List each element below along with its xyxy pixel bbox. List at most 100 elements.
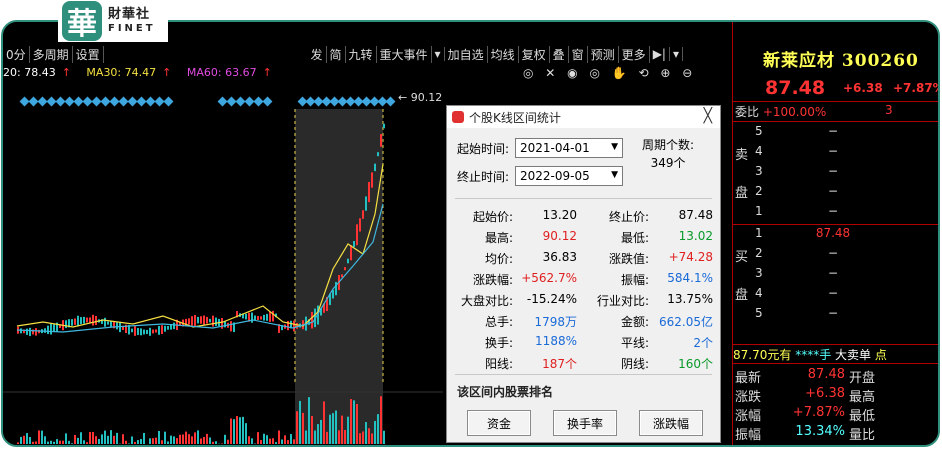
period-count-label: 周期个数: bbox=[642, 138, 695, 152]
candle bbox=[53, 324, 55, 332]
quote-key: 最高 bbox=[849, 390, 876, 405]
volume-bar bbox=[173, 436, 175, 444]
sell-side-label-2: 盘 bbox=[735, 186, 749, 201]
candle bbox=[311, 311, 313, 329]
volume-bar bbox=[269, 438, 271, 444]
volume-bar bbox=[131, 436, 133, 444]
stat-value: 1798万 bbox=[534, 315, 577, 329]
divider bbox=[733, 101, 938, 102]
sell-level-row[interactable]: 5− bbox=[755, 124, 915, 144]
chart-tool-icons[interactable]: ◎ ✕ ◉ ◎ ✋ ⟲ ⊕ ⊖ bbox=[523, 66, 696, 80]
candle bbox=[254, 315, 256, 321]
volume-bar bbox=[44, 436, 46, 444]
start-time-select[interactable]: 2021-04-01 ▼ bbox=[515, 138, 623, 158]
chevron-down-icon[interactable]: ▾ bbox=[670, 47, 683, 61]
volume-bar bbox=[32, 441, 34, 444]
rank-by-turnover-button[interactable]: 换手率 bbox=[553, 410, 617, 436]
quote-panel: 新莱应材 300260 87.48 +6.38 +7.87% 委比 +100.0… bbox=[732, 22, 938, 445]
stat-value: 87.48 bbox=[678, 208, 713, 222]
candle bbox=[269, 311, 271, 322]
candle bbox=[155, 329, 157, 333]
candle bbox=[173, 322, 175, 330]
volume-bar bbox=[86, 442, 88, 444]
candle bbox=[29, 327, 31, 337]
candle bbox=[245, 313, 247, 320]
buy-level-row[interactable]: 5− bbox=[755, 306, 915, 326]
stat-label: 金额: bbox=[620, 315, 649, 329]
volume-bar bbox=[182, 434, 184, 444]
volume-bar bbox=[239, 417, 241, 444]
volume-bar bbox=[152, 438, 154, 444]
chevron-down-icon: ▼ bbox=[611, 142, 618, 152]
volume-bar bbox=[41, 430, 43, 444]
close-icon[interactable]: ╳ bbox=[704, 108, 712, 124]
toolbar-item[interactable]: 复权 bbox=[519, 45, 550, 63]
stat-value: 36.83 bbox=[542, 250, 577, 264]
sell-level-row[interactable]: 3− bbox=[755, 164, 915, 184]
volume-bar bbox=[344, 430, 346, 444]
toolbar-item[interactable]: 窗 bbox=[569, 45, 588, 63]
play-icon[interactable]: ▶| bbox=[650, 47, 670, 61]
stat-value: 662.05亿 bbox=[659, 315, 713, 329]
toolbar-item[interactable]: 预测 bbox=[588, 45, 619, 63]
stat-value: +74.28 bbox=[668, 250, 713, 264]
rank-by-change-button[interactable]: 涨跌幅 bbox=[639, 410, 703, 436]
stat-value: 13.75% bbox=[667, 292, 713, 306]
buy-level-row[interactable]: 1 87.48 bbox=[755, 226, 915, 246]
volume-bar bbox=[320, 419, 322, 444]
volume-bar bbox=[59, 440, 61, 444]
stat-value: 13.02 bbox=[678, 229, 713, 243]
volume-bar bbox=[350, 399, 352, 444]
volume-bar bbox=[323, 401, 325, 444]
dialog-title-bar[interactable]: 个股K线区间统计 ╳ bbox=[447, 106, 720, 128]
stat-value: 13.20 bbox=[542, 208, 577, 222]
candle bbox=[80, 317, 82, 325]
volume-bar bbox=[329, 414, 331, 444]
level-price: − bbox=[827, 266, 839, 280]
sell-level-row[interactable]: 2− bbox=[755, 184, 915, 204]
toolbar-item[interactable]: 加自选 bbox=[445, 45, 488, 63]
quote-key: 最新 bbox=[735, 371, 762, 386]
buy-level-row[interactable]: 2− bbox=[755, 246, 915, 266]
stat-value: 90.12 bbox=[542, 229, 577, 243]
volume-bar bbox=[371, 433, 373, 444]
last-price: 87.48 bbox=[765, 77, 826, 99]
stat-value: -15.24% bbox=[526, 292, 577, 306]
rank-section-title: 该区间内股票排名 bbox=[457, 385, 554, 399]
candle bbox=[353, 241, 355, 248]
sell-level-row[interactable]: 1− bbox=[755, 204, 915, 224]
volume-bar bbox=[203, 436, 205, 444]
volume-bar bbox=[56, 439, 58, 444]
volume-bar bbox=[29, 437, 31, 444]
buy-level-row[interactable]: 4− bbox=[755, 286, 915, 306]
dialog-title: 个股K线区间统计 bbox=[469, 110, 561, 125]
sell-level-row[interactable]: 4− bbox=[755, 144, 915, 164]
end-time-select[interactable]: 2022-09-05 ▼ bbox=[515, 166, 623, 186]
volume-bar bbox=[47, 441, 49, 444]
price-change: +6.38 bbox=[843, 81, 883, 95]
rank-by-capital-button[interactable]: 资金 bbox=[467, 410, 531, 436]
toolbar-item[interactable]: 叠 bbox=[550, 45, 569, 63]
candle bbox=[365, 196, 367, 211]
volume-bar bbox=[296, 411, 298, 444]
volume-bar bbox=[23, 435, 25, 444]
volume-bar bbox=[20, 436, 22, 444]
toolbar-item[interactable]: 更多 bbox=[619, 45, 650, 63]
candle bbox=[194, 314, 196, 326]
toolbar-item[interactable]: 均线 bbox=[488, 45, 519, 63]
buy-level-row[interactable]: 3− bbox=[755, 266, 915, 286]
volume-bar bbox=[305, 430, 307, 444]
divider bbox=[733, 121, 938, 122]
volume-bar bbox=[185, 431, 187, 444]
candle bbox=[116, 322, 118, 330]
volume-bar bbox=[287, 440, 289, 444]
kline-plot bbox=[3, 109, 443, 444]
tick-price: 87.70元有 bbox=[733, 348, 792, 362]
candle bbox=[71, 319, 73, 326]
volume-bar bbox=[212, 441, 214, 444]
volume-bar bbox=[266, 435, 268, 444]
candle bbox=[140, 328, 142, 336]
volume-bar bbox=[242, 416, 244, 444]
candle bbox=[209, 318, 211, 323]
divider bbox=[733, 363, 938, 364]
